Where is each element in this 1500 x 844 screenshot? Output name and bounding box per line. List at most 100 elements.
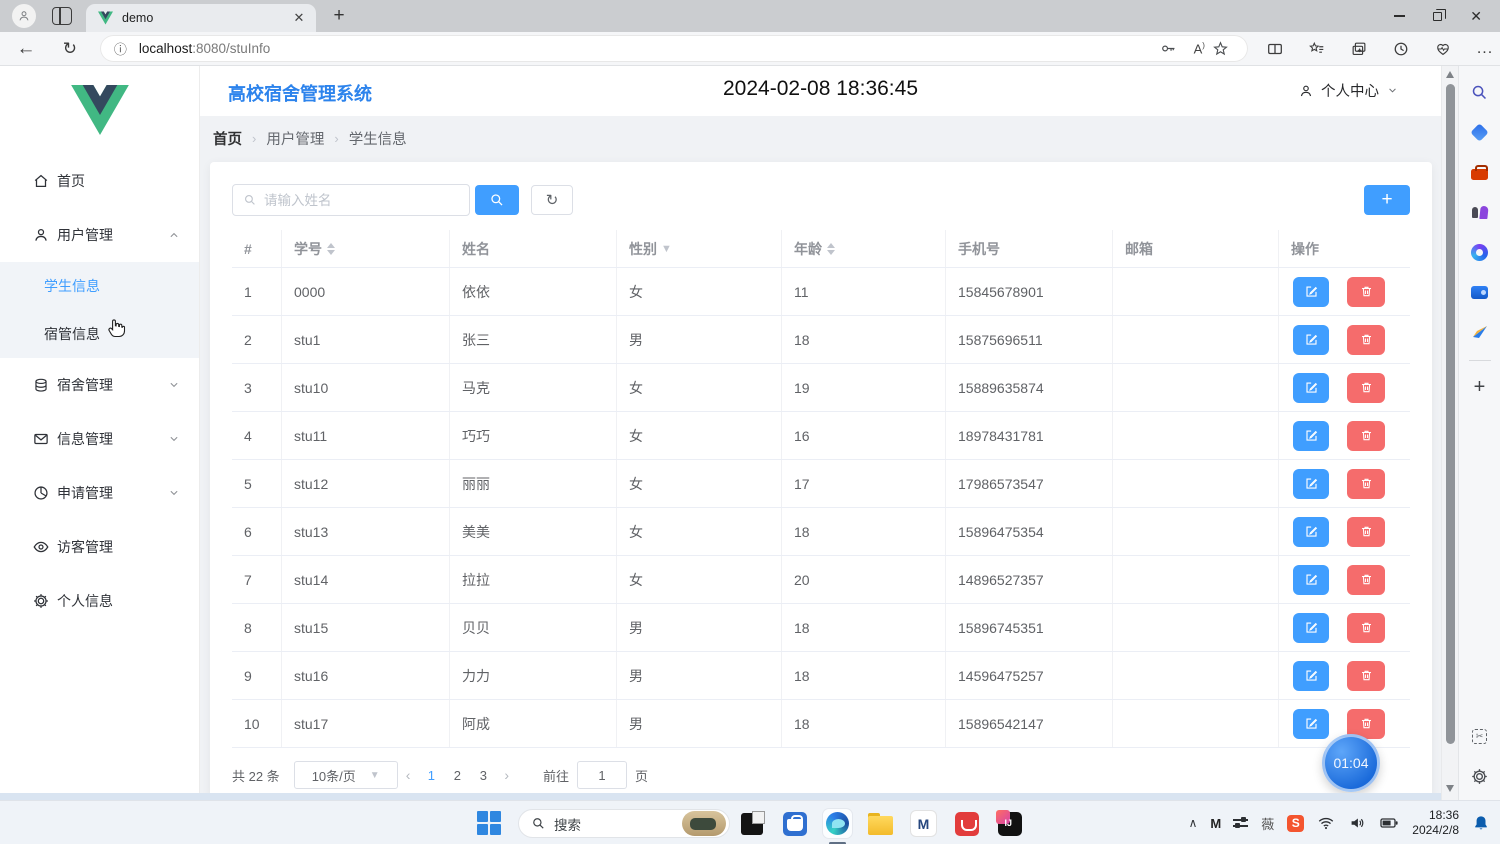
edit-button[interactable] (1293, 373, 1329, 403)
tray-ime-icon[interactable]: 薇 (1261, 814, 1274, 833)
edit-button[interactable] (1293, 469, 1329, 499)
delete-button[interactable] (1347, 277, 1385, 307)
page-size-select[interactable]: 10条/页 ▼ (294, 761, 398, 789)
name-search-field[interactable] (232, 184, 470, 216)
clock[interactable]: 18:362024/2/8 (1412, 808, 1459, 838)
shopping-icon[interactable] (1466, 118, 1494, 146)
add-sidebar-item-icon[interactable]: + (1466, 373, 1494, 401)
tab-actions-menu-icon[interactable] (52, 7, 72, 25)
screen-recording-timer[interactable]: 01:04 (1322, 734, 1380, 792)
volume-icon[interactable] (1348, 814, 1366, 832)
edit-button[interactable] (1293, 277, 1329, 307)
history-icon[interactable] (1386, 40, 1416, 58)
back-button[interactable]: ← (12, 38, 40, 60)
page-2-button[interactable]: 2 (444, 768, 470, 783)
scrollbar-thumb[interactable] (1446, 84, 1455, 744)
browser-essentials-icon[interactable] (1428, 40, 1458, 58)
scroll-up-arrow[interactable] (1446, 71, 1454, 78)
read-aloud-icon[interactable]: A) (1186, 41, 1212, 56)
taskbar-search-box[interactable]: 搜索 (518, 809, 730, 838)
edit-button[interactable] (1293, 565, 1329, 595)
favorite-star-icon[interactable] (1212, 40, 1238, 57)
microsoft-store-icon[interactable] (780, 809, 809, 838)
collections-icon[interactable] (1344, 40, 1374, 58)
delete-button[interactable] (1347, 373, 1385, 403)
delete-button[interactable] (1347, 421, 1385, 451)
refresh-button[interactable]: ↻ (56, 39, 84, 59)
sort-icon[interactable] (827, 243, 835, 255)
filter-icon[interactable]: ▼ (661, 243, 672, 255)
sidebar-item-personal-info[interactable]: 个人信息 (0, 574, 199, 628)
page-1-button[interactable]: 1 (418, 768, 444, 783)
wifi-icon[interactable] (1317, 814, 1335, 832)
tray-marktext-icon[interactable]: M (1210, 816, 1220, 831)
edit-button[interactable] (1293, 661, 1329, 691)
delete-button[interactable] (1347, 613, 1385, 643)
marktext-icon[interactable]: M (909, 809, 938, 838)
address-bar[interactable]: ⓘ localhost:8080/stuInfo A) (100, 35, 1248, 62)
goto-page-input[interactable] (577, 761, 627, 789)
file-explorer-icon[interactable] (866, 809, 895, 838)
delete-button[interactable] (1347, 325, 1385, 355)
edit-button[interactable] (1293, 613, 1329, 643)
add-student-button[interactable]: + (1364, 185, 1410, 215)
wallet-icon[interactable] (1466, 278, 1494, 306)
page-3-button[interactable]: 3 (470, 768, 496, 783)
delete-button[interactable] (1347, 469, 1385, 499)
reset-button[interactable]: ↻ (531, 185, 573, 215)
tab-close-icon[interactable]: ✕ (290, 9, 308, 27)
page-scrollbar[interactable] (1441, 66, 1458, 800)
sidebar-item-visitor-management[interactable]: 访客管理 (0, 520, 199, 574)
sidebar-settings-icon[interactable] (1466, 762, 1494, 790)
microsoft-365-icon[interactable] (1466, 238, 1494, 266)
user-center-menu[interactable]: 个人中心 (1298, 80, 1399, 101)
tray-mixer-icon[interactable] (1233, 819, 1248, 827)
search-highlight-image[interactable] (682, 811, 726, 836)
delete-button[interactable] (1347, 661, 1385, 691)
red-app-icon[interactable] (952, 809, 981, 838)
sidebar-item-home[interactable]: 首页 (0, 154, 199, 208)
window-close-button[interactable]: ✕ (1470, 8, 1482, 25)
sidebar-item-dorm-manager-info[interactable]: 宿管信息 (0, 310, 199, 358)
window-restore-button[interactable] (1433, 12, 1442, 21)
new-tab-button[interactable]: + (326, 5, 352, 27)
browser-menu-icon[interactable]: ... (1470, 40, 1500, 58)
browser-profile-avatar[interactable] (12, 4, 36, 28)
site-info-icon[interactable]: ⓘ (114, 39, 127, 58)
edit-button[interactable] (1293, 325, 1329, 355)
window-minimize-button[interactable] (1394, 15, 1405, 17)
notification-bell-icon[interactable] (1472, 814, 1490, 832)
sidebar-item-dorm-management[interactable]: 宿舍管理 (0, 358, 199, 412)
edit-button[interactable] (1293, 517, 1329, 547)
battery-icon[interactable] (1379, 813, 1399, 833)
prev-page-button[interactable]: ‹ (406, 767, 411, 783)
intellij-idea-icon[interactable] (995, 809, 1024, 838)
breadcrumb-user-management[interactable]: 用户管理 (266, 128, 324, 149)
split-screen-icon[interactable] (1260, 40, 1290, 58)
toolbox-icon[interactable] (1466, 158, 1494, 186)
browser-tab[interactable]: demo ✕ (86, 4, 316, 32)
edge-browser-icon[interactable] (823, 809, 852, 838)
edit-button[interactable] (1293, 709, 1329, 739)
start-button[interactable] (477, 811, 501, 835)
sort-icon[interactable] (327, 243, 335, 255)
delete-button[interactable] (1347, 565, 1385, 595)
delete-button[interactable] (1347, 517, 1385, 547)
sidebar-search-icon[interactable] (1466, 78, 1494, 106)
search-input[interactable] (264, 193, 459, 208)
edit-button[interactable] (1293, 421, 1329, 451)
search-button[interactable] (475, 185, 519, 215)
games-icon[interactable] (1466, 198, 1494, 226)
next-page-button[interactable]: › (504, 767, 509, 783)
password-icon[interactable] (1160, 40, 1186, 57)
taskbar-widgets-icon[interactable] (737, 809, 766, 838)
screenshot-icon[interactable]: ✂ (1466, 722, 1494, 750)
sidebar-item-info-management[interactable]: 信息管理 (0, 412, 199, 466)
designer-icon[interactable] (1466, 318, 1494, 346)
tray-sogou-icon[interactable]: S (1287, 815, 1304, 832)
scroll-down-arrow[interactable] (1446, 785, 1454, 792)
sidebar-item-user-management[interactable]: 用户管理 (0, 208, 199, 262)
tray-expand-icon[interactable]: ∧ (1189, 816, 1198, 830)
breadcrumb-home[interactable]: 首页 (213, 128, 242, 149)
sidebar-item-application-management[interactable]: 申请管理 (0, 466, 199, 520)
